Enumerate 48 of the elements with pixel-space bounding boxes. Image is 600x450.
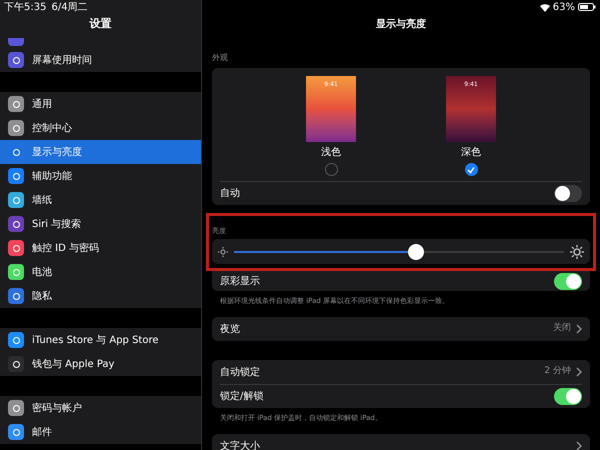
sidebar-item[interactable]: 显示与亮度 bbox=[0, 140, 201, 164]
slider-track[interactable] bbox=[234, 244, 564, 260]
sidebar-item[interactable]: 隐私 bbox=[0, 284, 201, 308]
chevron-icon bbox=[576, 367, 582, 377]
setting-label: 原彩显示 bbox=[220, 274, 260, 288]
sidebar-item[interactable]: iTunes Store 与 App Store bbox=[0, 328, 201, 352]
sidebar-item[interactable]: 电池 bbox=[0, 260, 201, 284]
sidebar-item[interactable]: 通用 bbox=[0, 92, 201, 116]
settings-row[interactable]: 文字大小 bbox=[212, 434, 590, 450]
setting-label: 文字大小 bbox=[220, 440, 260, 450]
setting-label: 夜览 bbox=[220, 322, 240, 336]
page-title: 显示与亮度 bbox=[376, 17, 426, 32]
toggle-switch[interactable] bbox=[554, 185, 582, 202]
status-date: 6/4周二 bbox=[51, 0, 88, 14]
slider-thumb[interactable] bbox=[408, 244, 424, 260]
battery-percent: 63% bbox=[552, 0, 575, 14]
battery-icon bbox=[578, 3, 596, 11]
toggle-switch[interactable] bbox=[554, 272, 582, 290]
settings-row[interactable]: 夜览 关闭 bbox=[212, 317, 590, 341]
setting-label: 自动锁定 bbox=[220, 366, 260, 380]
sidebar-item[interactable]: 辅助功能 bbox=[0, 164, 201, 188]
sidebar-item[interactable]: 密码与帐户 bbox=[0, 396, 201, 420]
section-label: 外观 bbox=[212, 52, 229, 64]
sidebar-item[interactable]: 控制中心 bbox=[0, 116, 201, 140]
sun-large-icon bbox=[570, 244, 584, 258]
setting-value: 关闭 bbox=[553, 322, 571, 336]
sidebar-item[interactable]: 触控 ID 与密码 bbox=[0, 236, 201, 260]
sidebar-title: 设置 bbox=[90, 16, 112, 32]
chevron-icon bbox=[576, 324, 582, 334]
sidebar-item[interactable]: Siri 与搜索 bbox=[0, 212, 201, 236]
sidebar-item[interactable]: 钱包与 Apple Pay bbox=[0, 352, 201, 376]
sidebar-item[interactable]: 邮件 bbox=[0, 420, 201, 444]
toggle-switch[interactable] bbox=[554, 388, 582, 405]
setting-label: 锁定/解锁 bbox=[220, 390, 264, 404]
sidebar-item[interactable]: 屏幕使用时间 bbox=[0, 48, 201, 72]
settings-row[interactable]: 自动锁定 2 分钟 bbox=[212, 360, 590, 384]
setting-value: 2 分钟 bbox=[544, 365, 571, 378]
wifi-icon bbox=[540, 2, 550, 12]
option-label: 深色 bbox=[461, 146, 481, 160]
option-label: 浅色 bbox=[321, 146, 341, 160]
status-time: 下午5:35 bbox=[4, 0, 46, 14]
sidebar-item[interactable]: 墙纸 bbox=[0, 188, 201, 212]
chevron-icon bbox=[576, 441, 582, 450]
sun-small-icon bbox=[218, 246, 228, 256]
radio-button[interactable] bbox=[464, 163, 478, 176]
setting-label: 自动 bbox=[220, 187, 240, 201]
radio-button[interactable] bbox=[324, 163, 338, 176]
checkmark-icon bbox=[467, 166, 475, 174]
